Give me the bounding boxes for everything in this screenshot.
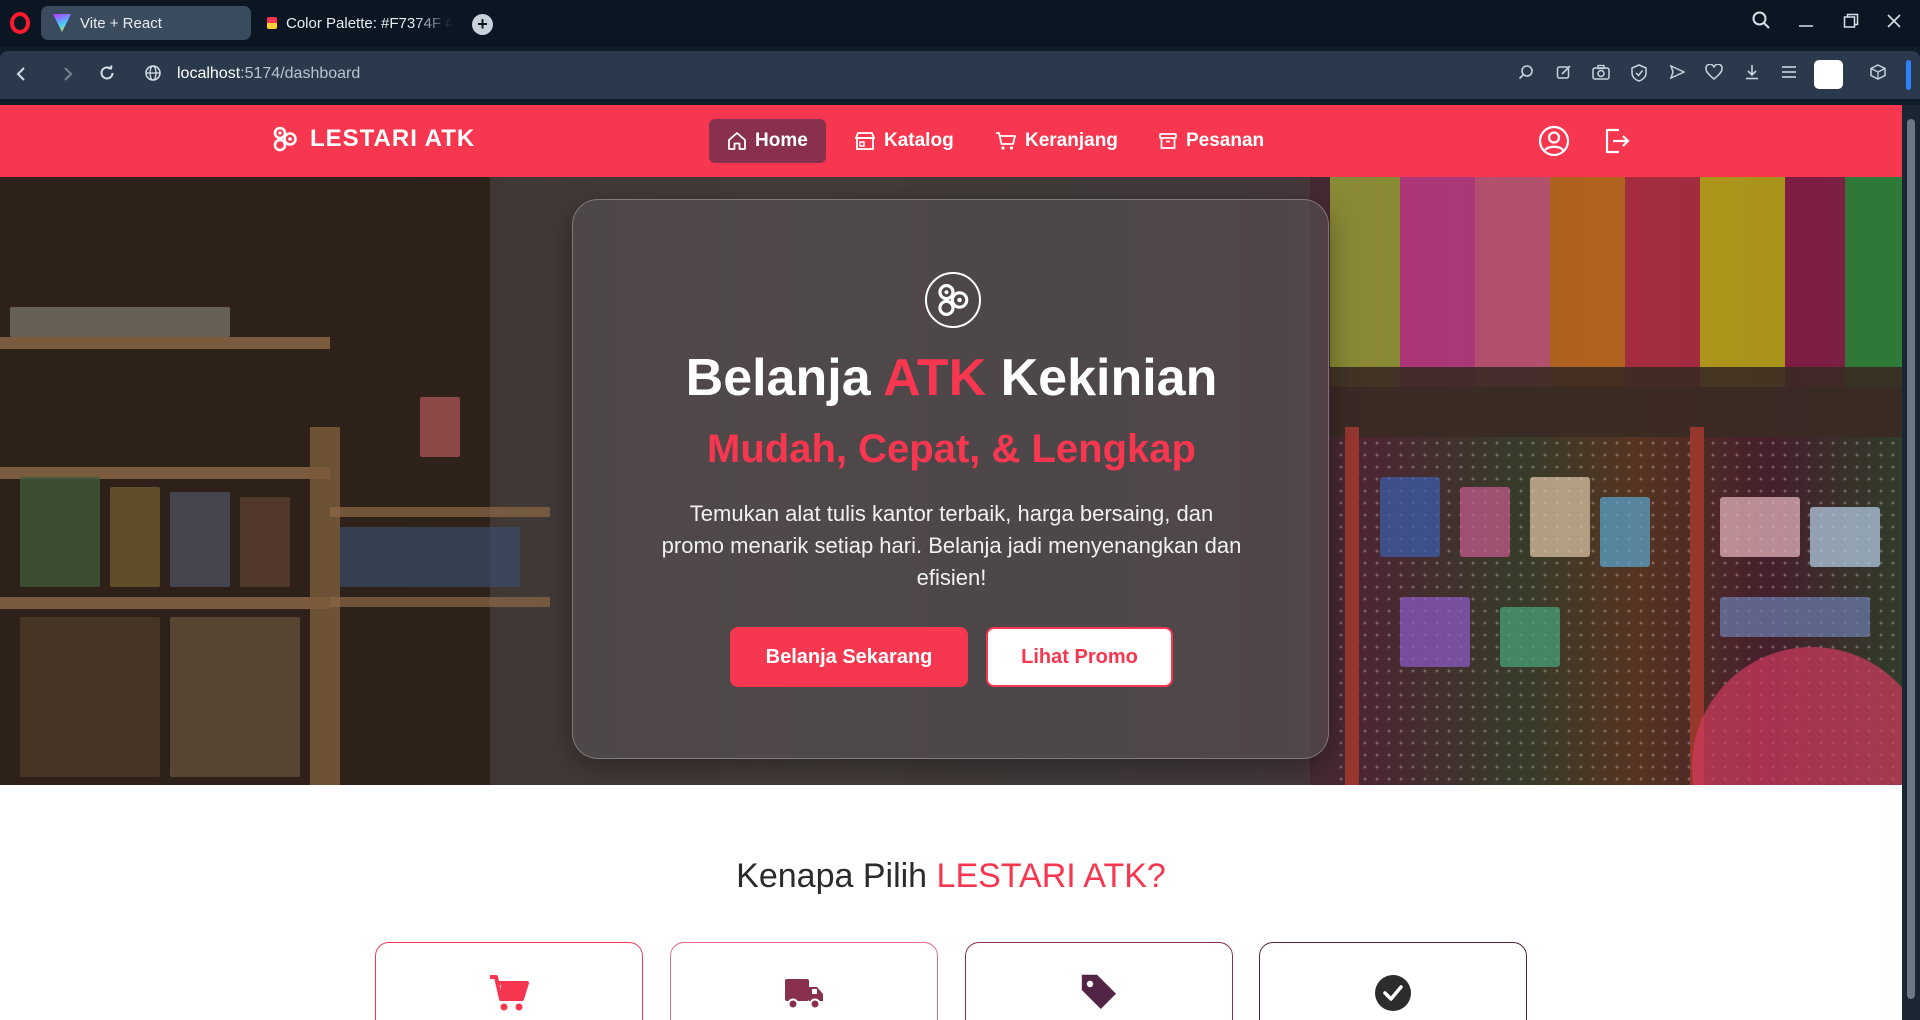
hero-card: Belanja ATK Kekinian Mudah, Cepat, & Len… — [572, 199, 1329, 759]
hero-title-part2: Kekinian — [1000, 349, 1218, 407]
hero-logo-icon — [925, 272, 981, 328]
shop-now-button[interactable]: Belanja Sekarang — [730, 627, 968, 687]
feature-card-4 — [1259, 942, 1527, 1020]
hero-subtitle: Mudah, Cepat, & Lengkap — [707, 427, 1196, 471]
logout-icon[interactable] — [1600, 125, 1632, 157]
tab-vite-react[interactable]: Vite + React — [41, 6, 251, 40]
nav-pesanan[interactable]: Pesanan — [1140, 119, 1282, 163]
nav-katalog-label: Katalog — [884, 130, 954, 151]
back-button[interactable] — [9, 62, 35, 88]
extensions-icon[interactable] — [1867, 64, 1889, 86]
url-field[interactable]: localhost:5174/dashboard — [177, 65, 360, 83]
heart-icon[interactable] — [1703, 63, 1725, 86]
nav-katalog[interactable]: Katalog — [836, 119, 972, 163]
vite-favicon-icon — [53, 14, 71, 32]
close-window-button[interactable] — [1879, 10, 1909, 36]
view-promo-button[interactable]: Lihat Promo — [986, 627, 1173, 687]
feature-card-1 — [375, 942, 643, 1020]
site-info-icon[interactable] — [140, 62, 166, 88]
cart-icon — [996, 132, 1016, 150]
nav-keranjang-label: Keranjang — [1025, 130, 1118, 151]
site-navbar: LESTARI ATK Home Katalog Keranjang Pesan… — [0, 105, 1902, 177]
hero-title: Belanja ATK Kekinian — [573, 348, 1330, 408]
search-tabs-icon[interactable] — [1746, 10, 1776, 36]
cart-icon — [490, 975, 529, 1011]
hero-title-part1: Belanja — [685, 349, 871, 407]
archive-icon — [1159, 133, 1177, 149]
feature-card-3 — [965, 942, 1233, 1020]
hero-title-accent: ATK — [883, 349, 987, 407]
check-circle-icon — [1375, 975, 1411, 1011]
home-icon — [728, 132, 746, 150]
download-icon[interactable] — [1741, 64, 1763, 86]
page-scrollbar[interactable] — [1902, 105, 1920, 1020]
brand-icon — [273, 126, 297, 152]
url-host: localhost — [177, 65, 241, 82]
palette-favicon-icon — [267, 17, 277, 29]
nav-home[interactable]: Home — [709, 119, 826, 163]
truck-icon — [785, 979, 823, 1010]
brand-logo[interactable]: LESTARI ATK — [272, 125, 475, 153]
tab-title: Vite + React — [80, 14, 162, 32]
feature-card-2 — [670, 942, 938, 1020]
reload-button[interactable] — [94, 62, 120, 88]
easy-setup-icon[interactable] — [1778, 64, 1800, 86]
nav-pesanan-label: Pesanan — [1186, 130, 1265, 151]
nav-keranjang[interactable]: Keranjang — [977, 119, 1136, 163]
new-tab-button[interactable]: + — [472, 14, 493, 35]
edit-icon[interactable] — [1553, 64, 1575, 86]
minimize-button[interactable] — [1791, 10, 1821, 36]
why-title-accent: LESTARI ATK? — [936, 857, 1166, 895]
why-section-title: Kenapa Pilih LESTARI ATK? — [0, 857, 1902, 896]
search-page-icon[interactable] — [1515, 64, 1537, 86]
user-profile-icon[interactable] — [1538, 125, 1570, 157]
tag-icon — [1081, 974, 1116, 1009]
camera-icon[interactable] — [1590, 64, 1612, 86]
hero-description: Temukan alat tulis kantor terbaik, harga… — [661, 501, 1242, 590]
hero-section: Belanja ATK Kekinian Mudah, Cepat, & Len… — [0, 177, 1902, 785]
address-bar: localhost:5174/dashboard — [0, 51, 1920, 99]
brand-name: LESTARI ATK — [310, 125, 476, 152]
nav-home-label: Home — [755, 130, 808, 151]
profile-square-icon[interactable] — [1814, 60, 1843, 89]
url-path: :5174/dashboard — [240, 65, 361, 82]
page-viewport: LESTARI ATK Home Katalog Keranjang Pesan… — [0, 105, 1902, 1020]
send-icon[interactable] — [1666, 64, 1688, 86]
tab-color-palette[interactable]: Color Palette: #F7374F #88 — [253, 6, 453, 40]
forward-button[interactable] — [54, 62, 80, 88]
sidebar-accent — [1906, 60, 1911, 90]
store-icon — [854, 132, 876, 150]
why-title-prefix: Kenapa Pilih — [736, 857, 928, 895]
restore-button[interactable] — [1836, 10, 1866, 36]
opera-logo-icon[interactable] — [10, 12, 30, 34]
scrollbar-thumb[interactable] — [1907, 119, 1915, 999]
shield-icon[interactable] — [1628, 64, 1650, 86]
browser-tab-bar: Vite + React Color Palette: #F7374F #88 … — [0, 0, 1920, 47]
